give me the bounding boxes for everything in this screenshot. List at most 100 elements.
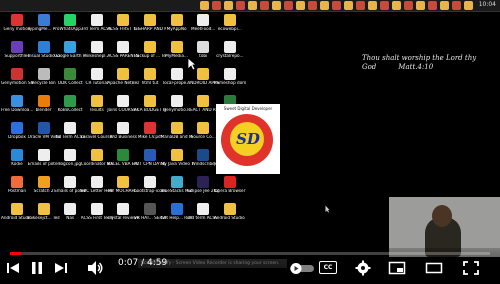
desktop-icon[interactable]: Mike CV.pdf xyxy=(137,122,163,148)
desktop-icon[interactable]: Geny motion xyxy=(4,14,30,40)
desktop-icon[interactable]: WhatsApp xyxy=(57,14,83,40)
desktop-icon[interactable]: Google Earth Pro xyxy=(54,41,86,67)
desktop-icon[interactable]: 3rd term ACSS Exam... xyxy=(187,203,219,229)
desktop-icon[interactable]: Emails of potentil... xyxy=(28,149,60,175)
desktop-icon[interactable]: nameshop domain.j... xyxy=(214,68,246,94)
app-icon[interactable] xyxy=(344,1,353,10)
sd-logo-image[interactable]: Sweet Digital Developer SD xyxy=(216,104,280,174)
desktop-icon[interactable]: KoBoCollect xyxy=(57,95,83,121)
fullscreen-icon[interactable] xyxy=(462,258,480,278)
desktop-icon[interactable]: Scratch 2 xyxy=(31,176,57,202)
desktop-icon[interactable]: local-prope... xyxy=(163,68,190,94)
desktop-icon[interactable]: Nas xyxy=(57,203,83,229)
desktop-icon[interactable]: EBC Letter Heading.c... xyxy=(81,176,113,202)
subtitles-button[interactable]: CC xyxy=(319,261,337,274)
app-icon[interactable] xyxy=(272,1,281,10)
desktop-icon[interactable]: ACA BUDGET FOR SMS B... xyxy=(134,95,166,121)
desktop-icon[interactable]: Free Downloa... xyxy=(1,95,33,121)
desktop-icon[interactable]: ODK Collect xyxy=(57,68,83,94)
app-icon[interactable] xyxy=(320,1,329,10)
desktop-icon[interactable]: results xyxy=(84,95,110,121)
desktop-icon[interactable]: ACSS FIRST TERM TOT... xyxy=(107,14,139,40)
app-icon[interactable] xyxy=(368,1,377,10)
pause-icon[interactable] xyxy=(30,258,44,278)
app-icon[interactable] xyxy=(452,1,461,10)
desktop-icon[interactable]: Visual Studio Code xyxy=(28,41,60,67)
desktop-icon[interactable]: Emails of potentil... xyxy=(54,176,86,202)
tray-clock[interactable]: 10:04 xyxy=(479,1,496,8)
progress-bar[interactable] xyxy=(10,252,490,255)
desktop-icon[interactable]: crystalrepo... xyxy=(216,41,244,67)
desktop-icon[interactable]: 3rd Term ACSS Exam... xyxy=(54,122,86,148)
desktop-icon[interactable]: ACSS First Term Exa... xyxy=(81,203,113,229)
desktop-icon[interactable]: Laravel Course D... xyxy=(81,122,113,148)
desktop-icon[interactable]: MariaDB and MySql Data... xyxy=(161,122,193,148)
desktop-icon[interactable]: Windscribe xyxy=(190,149,216,175)
app-icon[interactable] xyxy=(380,1,389,10)
app-icon[interactable] xyxy=(464,1,473,10)
desktop-icon[interactable]: Apache NetBeans I... xyxy=(107,68,139,94)
desktop-icon[interactable]: Source Co... xyxy=(190,122,216,148)
desktop-icon[interactable]: FCT CPN DA'i.docx xyxy=(134,149,166,175)
app-icon[interactable] xyxy=(260,1,269,10)
app-icon[interactable] xyxy=(224,1,233,10)
app-icon[interactable] xyxy=(404,1,413,10)
app-icon[interactable] xyxy=(440,1,449,10)
desktop-icon[interactable]: crystal reviewer xyxy=(107,203,139,229)
app-icon[interactable] xyxy=(428,1,437,10)
desktop-icon[interactable]: MyMedia... xyxy=(164,41,190,67)
miniplayer-icon[interactable] xyxy=(388,258,406,278)
desktop-icon[interactable]: mikeshepl... xyxy=(84,41,110,67)
desktop-icon[interactable]: 3rd Term ACSS Exam... xyxy=(81,14,113,40)
app-icon[interactable] xyxy=(284,1,293,10)
desktop-icon[interactable]: MyAppNo xyxy=(164,14,190,40)
desktop-icon[interactable]: ANDROID APPS xyxy=(187,68,219,94)
desktop-icon[interactable]: html tut xyxy=(137,68,163,94)
desktop-icon[interactable]: ACSS PARENTS'... xyxy=(107,41,139,67)
next-icon[interactable] xyxy=(54,258,68,278)
app-icon[interactable] xyxy=(236,1,245,10)
desktop-icon[interactable]: EXCEL VBA EXAMPL... xyxy=(107,149,139,175)
desktop-icon[interactable]: VR HAT... SERVER STUFF xyxy=(134,203,166,229)
desktop-icon[interactable]: TypingMe... Pro xyxy=(28,14,59,40)
desktop-icon[interactable]: My Java Video Tut... xyxy=(161,149,193,175)
desktop-icon[interactable]: Android Studio Tut... xyxy=(1,203,33,229)
desktop-icon[interactable]: genymotio... xyxy=(163,95,190,121)
settings-gear-icon[interactable] xyxy=(355,258,371,278)
desktop-icon[interactable]: Wiz Business xyxy=(110,122,137,148)
desktop-icon[interactable]: Eclipse Jee 2020-12 xyxy=(187,176,219,202)
desktop-icon[interactable]: Backup of ... Test Term ... xyxy=(134,41,166,67)
desktop-icon[interactable]: blender xyxy=(31,95,57,121)
desktop-icon[interactable]: mikesejct... Test Ban... xyxy=(28,203,60,229)
desktop-icon[interactable]: Oracle VM VirtualBox xyxy=(28,122,60,148)
desktop-icon[interactable]: Get Help... Roll Secure M... xyxy=(161,203,193,229)
app-icon[interactable] xyxy=(356,1,365,10)
desktop-icon[interactable]: logcon.jpg xyxy=(57,149,83,175)
desktop-icon[interactable]: BlueStacks Multi-Insta... xyxy=(161,176,193,202)
autoplay-toggle-icon[interactable] xyxy=(288,258,316,278)
app-icon[interactable] xyxy=(332,1,341,10)
desktop-icon[interactable]: REACT AND REACT N... xyxy=(187,95,219,121)
desktop-icon[interactable]: Genymotion Shell xyxy=(1,68,33,94)
desktop-icon[interactable]: bootstrap-icons.jpg xyxy=(134,176,166,202)
desktop-icon[interactable]: Coordinator Madam Ole... xyxy=(81,149,113,175)
desktop-icon[interactable]: Android Studio Tut... xyxy=(214,203,246,229)
previous-icon[interactable] xyxy=(6,258,20,278)
app-icon[interactable] xyxy=(296,1,305,10)
app-icon[interactable] xyxy=(212,1,221,10)
desktop-icon[interactable]: ecowebpi... xyxy=(217,14,243,40)
app-icon[interactable] xyxy=(392,1,401,10)
desktop-icon[interactable]: Dropbox xyxy=(4,122,30,148)
desktop-icon[interactable]: MY MOCHAH... xyxy=(108,176,139,202)
desktop-icon[interactable]: Opera Browser xyxy=(214,176,245,202)
app-icon[interactable] xyxy=(308,1,317,10)
folder-icon[interactable] xyxy=(200,1,209,10)
desktop-icon[interactable]: Joins COURSE D... xyxy=(107,95,139,121)
desktop-icon[interactable]: Supportfiles xyxy=(4,41,30,67)
desktop-icon[interactable]: Kodie xyxy=(4,149,30,175)
app-icon[interactable] xyxy=(416,1,425,10)
desktop-icon[interactable]: Postman xyxy=(4,176,30,202)
app-icon[interactable] xyxy=(248,1,257,10)
desktop-icon[interactable]: Recycle Bin xyxy=(31,68,57,94)
desktop-icon[interactable]: C SHARP AND M... xyxy=(134,14,166,40)
